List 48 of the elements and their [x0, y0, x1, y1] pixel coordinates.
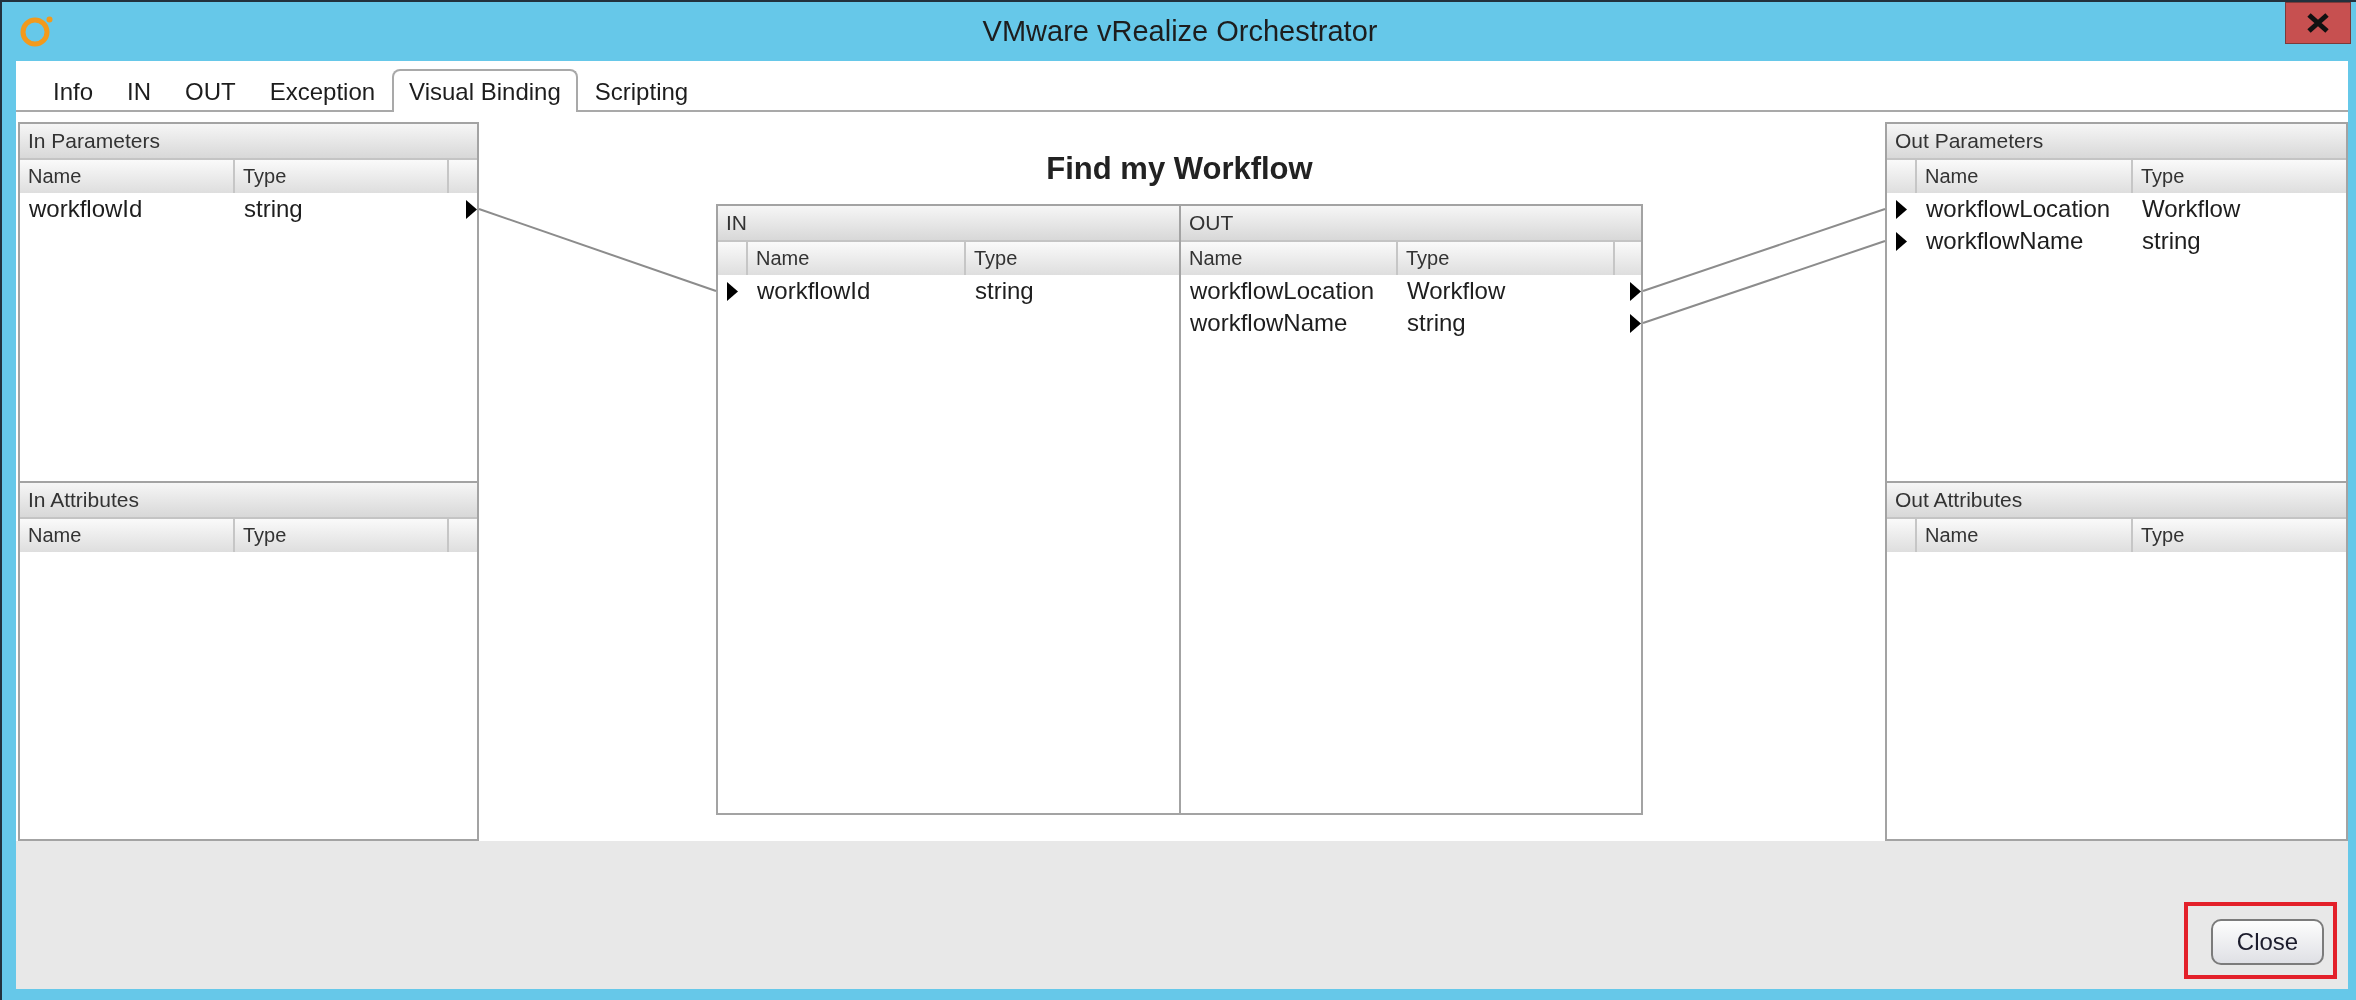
window-title: VMware vRealize Orchestrator	[982, 15, 1378, 48]
panel-title: OUT	[1181, 206, 1641, 242]
table-cell-text: string	[974, 276, 1035, 306]
table-cell-text: string	[2141, 226, 2202, 256]
tab[interactable]: Info	[36, 69, 111, 112]
triangle-icon[interactable]	[1630, 313, 1641, 333]
column-header: Name	[1917, 519, 2133, 552]
panel-title: IN	[718, 206, 1179, 242]
triangle-icon[interactable]	[1896, 199, 1907, 219]
table-cell-text: workflowName	[1189, 308, 1349, 338]
table-cell-text: workflowId	[756, 276, 872, 306]
tab[interactable]: OUT	[168, 69, 253, 112]
column-header: Type	[235, 160, 449, 193]
ring-logo-icon	[20, 16, 53, 47]
panel-title: In Parameters	[20, 124, 477, 160]
close-window-button[interactable]	[2285, 2, 2351, 44]
column-header: Name	[20, 519, 235, 552]
column-header: Type	[2140, 164, 2186, 189]
column-header: Name	[20, 160, 235, 193]
column-header: Type	[973, 246, 1019, 271]
table-cell-text: Workflow	[1406, 276, 1507, 306]
table-cell-text: workflowLocation	[1189, 276, 1376, 306]
workflow-title: Find my Workflow	[1046, 151, 1313, 187]
tab[interactable]: Visual Binding	[392, 69, 578, 112]
triangle-icon[interactable]	[1630, 281, 1641, 301]
table-cell-text: workflowName	[1925, 226, 2085, 256]
panel-title: Out Attributes	[1887, 483, 2346, 519]
column-header: Type	[235, 519, 449, 552]
panel-title: In Attributes	[20, 483, 477, 519]
column-header: Name	[748, 242, 966, 275]
column-header: Type	[2140, 523, 2186, 548]
column-header: Type	[1398, 242, 1615, 275]
triangle-icon[interactable]	[1896, 231, 1907, 251]
triangle-icon[interactable]	[466, 199, 477, 219]
column-header: Name	[1181, 242, 1398, 275]
tab[interactable]: Scripting	[577, 69, 706, 112]
table-cell-text: string	[243, 194, 304, 224]
panel-title: Out Parameters	[1887, 124, 2346, 160]
tab[interactable]: Exception	[252, 69, 393, 112]
triangle-icon[interactable]	[727, 281, 738, 301]
table-cell-text: workflowLocation	[1925, 194, 2112, 224]
tab[interactable]: IN	[110, 69, 169, 112]
close-icon	[2306, 13, 2330, 33]
table-cell-text: string	[1406, 308, 1467, 338]
table-cell-text: workflowId	[28, 194, 144, 224]
table-cell-text: Workflow	[2141, 194, 2242, 224]
close-button[interactable]: Close	[2211, 919, 2324, 965]
column-header: Name	[1917, 160, 2133, 193]
